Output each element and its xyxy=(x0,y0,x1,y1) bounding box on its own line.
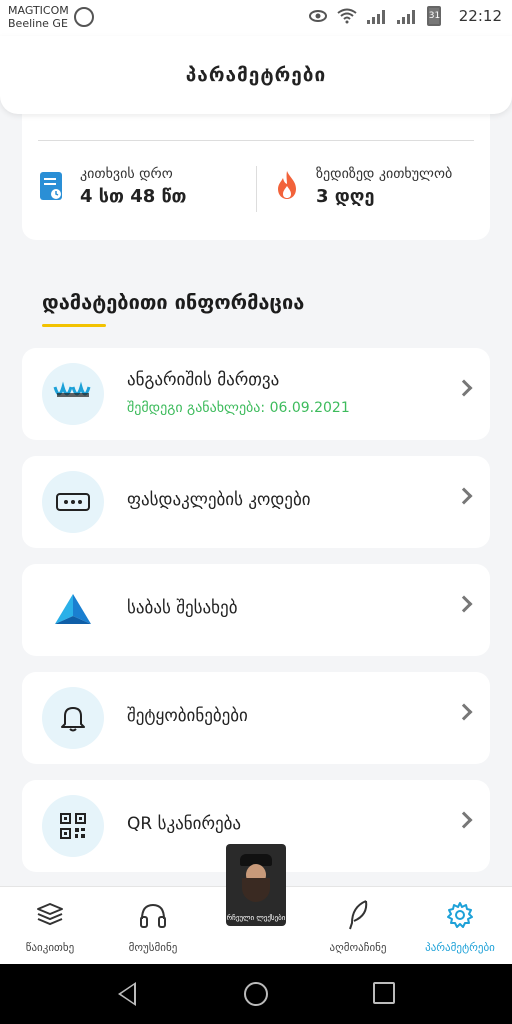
carrier-name-2: Beeline GE xyxy=(8,17,68,30)
nav-settings-label: პარამეტრები xyxy=(425,941,495,954)
clock: 22:12 xyxy=(458,7,502,25)
chevron-right-icon xyxy=(455,487,473,505)
chevron-right-icon xyxy=(455,379,473,397)
recent-apps-icon[interactable] xyxy=(373,982,395,1004)
promo-codes-item[interactable]: ფასდაკლების კოდები xyxy=(22,456,490,548)
account-logo-icon xyxy=(42,363,104,425)
bell-icon-wrap xyxy=(42,687,104,749)
nav-discover-label: აღმოაჩინე xyxy=(329,941,387,954)
chevron-right-icon xyxy=(455,703,473,721)
about-saba-item[interactable]: საბას შესახებ xyxy=(22,564,490,656)
bell-icon xyxy=(61,707,85,732)
battery-icon: 31 xyxy=(426,6,441,26)
cover-beard xyxy=(242,878,270,902)
cover-caption: რჩეული ლექსები xyxy=(226,914,286,922)
nav-listen[interactable]: მოუსმინე xyxy=(103,897,203,954)
page-title: პარამეტრები xyxy=(185,64,327,86)
back-icon[interactable] xyxy=(118,982,136,1006)
headphones-icon xyxy=(140,903,166,928)
chevron-right-icon xyxy=(455,811,473,829)
saba-logo-icon xyxy=(55,594,91,624)
status-bar: MAGTICOM Beeline GE 31 22:12 xyxy=(0,0,512,36)
nav-read-label: წაიკითხე xyxy=(25,941,75,954)
reading-time-value: 4 სთ 48 წთ xyxy=(80,186,187,207)
carrier-name-1: MAGTICOM xyxy=(8,4,69,17)
books-stack-icon xyxy=(37,903,63,926)
section-title: დამატებითი ინფორმაცია xyxy=(42,290,305,314)
reading-time-label: კითხვის დრო xyxy=(80,166,173,182)
carrier-info: MAGTICOM Beeline GE xyxy=(8,4,69,30)
section-underline xyxy=(42,324,106,327)
nav-discover[interactable]: აღმოაჩინე xyxy=(308,897,408,954)
gear-icon xyxy=(447,902,473,928)
notifications-item[interactable]: შეტყობინებები xyxy=(22,672,490,764)
about-saba-label: საბას შესახებ xyxy=(127,598,238,618)
status-icons: 31 22:12 xyxy=(308,6,502,26)
signal-icon-1 xyxy=(366,8,387,24)
qr-icon xyxy=(60,813,86,839)
promo-codes-label: ფასდაკლების კოდები xyxy=(127,490,311,510)
page-header: პარამეტრები xyxy=(0,36,512,114)
streak-label: ზედიზედ კითხულობ xyxy=(316,166,453,182)
saba-logo-icon-wrap xyxy=(42,579,104,641)
promo-code-icon-wrap xyxy=(42,471,104,533)
now-playing-book-cover[interactable]: რჩეული ლექსები xyxy=(226,844,286,926)
promo-code-icon xyxy=(56,493,90,511)
notifications-label: შეტყობინებები xyxy=(127,706,248,726)
account-management-label: ანგარიშის მართვა xyxy=(127,370,280,390)
qr-icon-wrap xyxy=(42,795,104,857)
home-icon[interactable] xyxy=(244,982,268,1006)
account-management-item[interactable]: ანგარიშის მართვა შემდეგი განახლება: 06.0… xyxy=(22,348,490,440)
signal-icon-2 xyxy=(396,8,417,24)
account-renewal-date: შემდეგი განახლება: 06.09.2021 xyxy=(127,400,350,416)
wifi-icon xyxy=(337,8,357,24)
eye-icon xyxy=(308,10,327,22)
nav-settings[interactable]: პარამეტრები xyxy=(410,897,510,954)
reading-stats-card: კითხვის დრო 4 სთ 48 წთ ზედიზედ კითხულობ … xyxy=(22,96,490,240)
nav-read[interactable]: წაიკითხე xyxy=(0,897,100,954)
card-divider xyxy=(38,140,474,141)
qr-scan-label: QR სკანირება xyxy=(127,814,242,834)
reading-time-stat: კითხვის დრო 4 სთ 48 წთ xyxy=(40,166,186,207)
streak-stat: ზედიზედ კითხულობ 3 დღე xyxy=(276,166,452,207)
streak-value: 3 დღე xyxy=(316,186,375,207)
stats-separator xyxy=(256,166,257,212)
reading-book-icon xyxy=(40,172,62,200)
feather-icon xyxy=(349,900,368,930)
system-navigation-bar xyxy=(0,964,512,1024)
fire-icon xyxy=(278,171,296,199)
nav-listen-label: მოუსმინე xyxy=(128,941,178,954)
viber-icon xyxy=(74,7,94,27)
chevron-right-icon xyxy=(455,595,473,613)
